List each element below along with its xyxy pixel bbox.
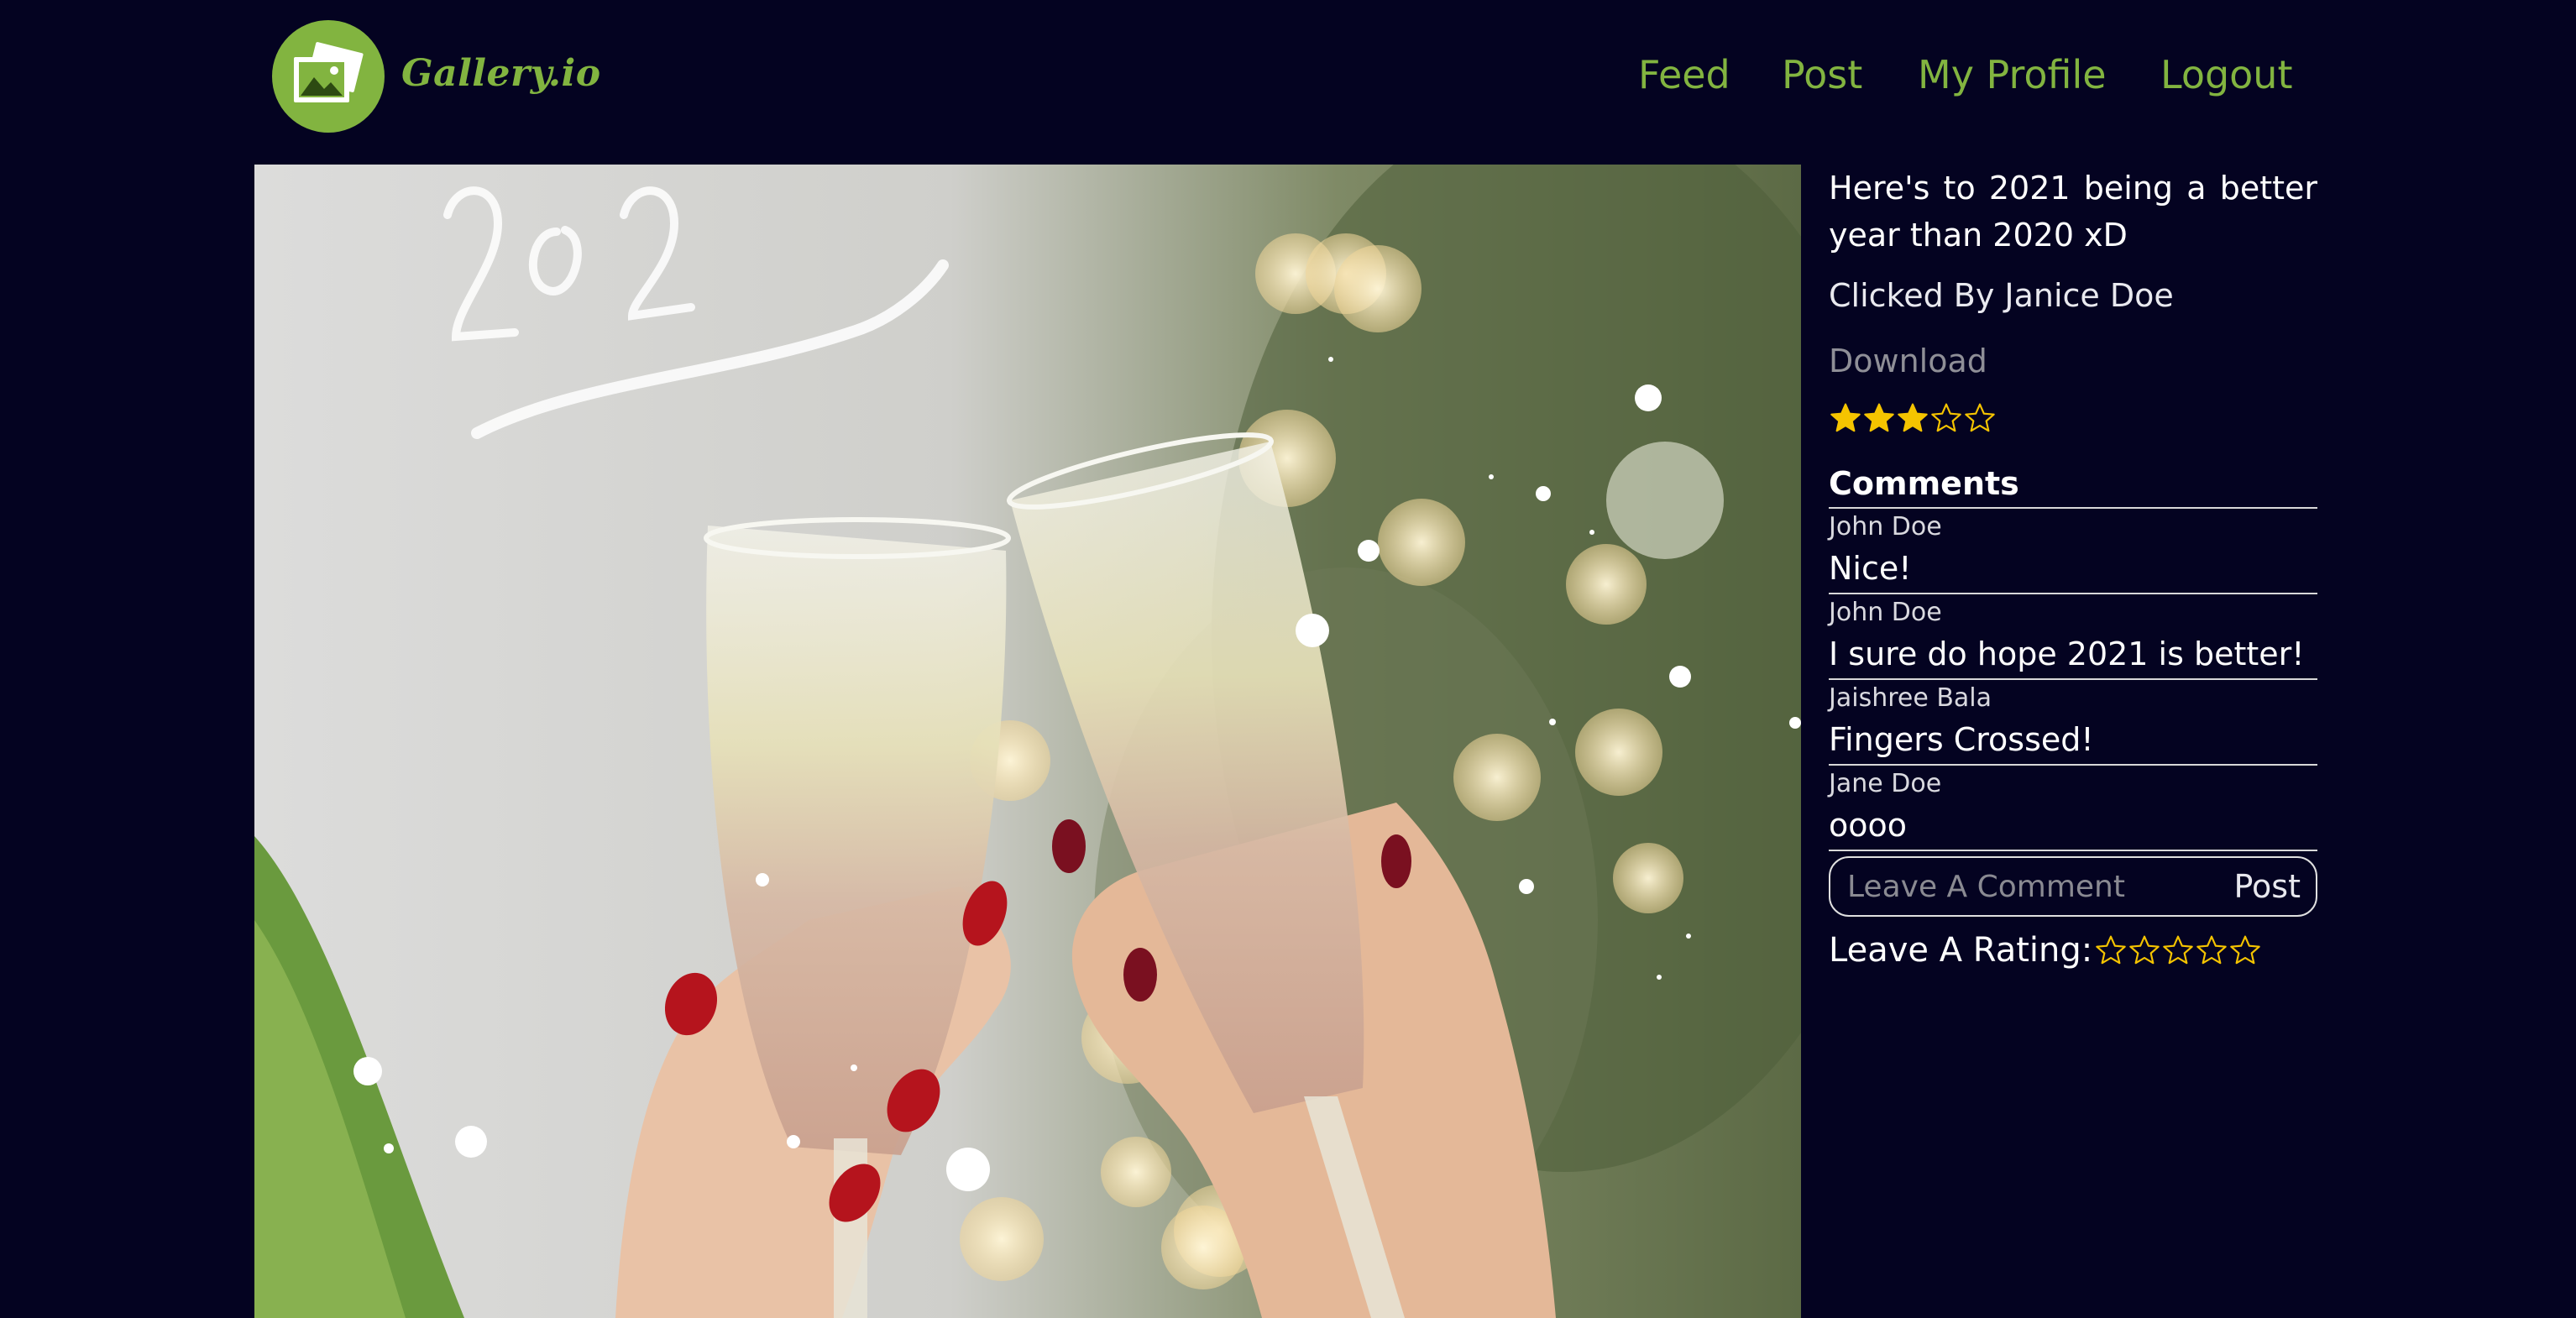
nav-feed[interactable]: Feed bbox=[1638, 52, 1730, 97]
comment-text: Fingers Crossed! bbox=[1829, 721, 2094, 758]
comment-author: John Doe bbox=[1829, 598, 1942, 627]
star-empty-icon[interactable] bbox=[2094, 934, 2128, 967]
leave-rating: Leave A Rating: bbox=[1829, 923, 2317, 977]
star-filled-icon bbox=[1864, 403, 1894, 432]
post-comment-button[interactable]: Post bbox=[2233, 868, 2301, 905]
star-empty-icon bbox=[1931, 403, 1961, 432]
post-details: Here's to 2021 being a better year than … bbox=[1829, 165, 2317, 977]
comment-text: Nice! bbox=[1829, 550, 1912, 587]
comment-author: Jaishree Bala bbox=[1829, 683, 1992, 713]
brand-name[interactable]: Gallery.io bbox=[401, 52, 601, 95]
star-empty-icon[interactable] bbox=[2195, 934, 2228, 967]
comments-list: John Doe Nice! John Doe I sure do hope 2… bbox=[1829, 509, 2317, 851]
comment-item: Jaishree Bala Fingers Crossed! bbox=[1829, 680, 2317, 766]
comment-item: Jane Doe oooo bbox=[1829, 766, 2317, 851]
logo[interactable] bbox=[272, 20, 385, 133]
photographer-credit: Clicked By Janice Doe bbox=[1829, 277, 2174, 314]
star-filled-icon bbox=[1898, 403, 1928, 432]
post-caption: Here's to 2021 being a better year than … bbox=[1829, 170, 2317, 254]
comment-text: I sure do hope 2021 is better! bbox=[1829, 635, 2305, 672]
star-empty-icon[interactable] bbox=[2128, 934, 2161, 967]
leave-rating-label: Leave A Rating: bbox=[1829, 931, 2093, 970]
gallery-logo-icon bbox=[294, 42, 364, 102]
comment-author: John Doe bbox=[1829, 512, 1942, 541]
comments-heading: Comments bbox=[1829, 462, 2317, 509]
nav-logout[interactable]: Logout bbox=[2160, 52, 2293, 97]
leave-rating-stars bbox=[2094, 934, 2262, 967]
comment-form: Post bbox=[1829, 856, 2317, 917]
star-empty-icon bbox=[1965, 403, 1995, 432]
download-link[interactable]: Download bbox=[1829, 339, 2317, 383]
nav-post[interactable]: Post bbox=[1782, 52, 1862, 97]
comment-item: John Doe Nice! bbox=[1829, 509, 2317, 594]
post-image bbox=[254, 165, 1801, 1318]
post-rating bbox=[1829, 401, 2317, 438]
comment-input[interactable] bbox=[1846, 868, 2234, 905]
comment-item: John Doe I sure do hope 2021 is better! bbox=[1829, 594, 2317, 680]
star-empty-icon[interactable] bbox=[2161, 934, 2195, 967]
comment-text: oooo bbox=[1829, 807, 1907, 844]
star-empty-icon[interactable] bbox=[2228, 934, 2262, 967]
star-filled-icon bbox=[1830, 403, 1861, 432]
comment-author: Jane Doe bbox=[1829, 769, 1942, 798]
nav-my-profile[interactable]: My Profile bbox=[1918, 52, 2107, 97]
